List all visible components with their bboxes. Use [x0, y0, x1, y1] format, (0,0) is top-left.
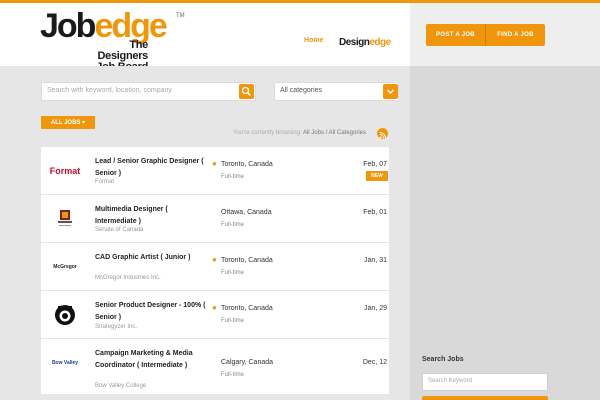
header-button-group: POST A JOB FIND A JOB — [426, 24, 545, 46]
job-row[interactable]: Bow Valley Campaign Marketing & Media Co… — [41, 339, 389, 394]
browsing-status: You're currently browsing: All Jobs / Al… — [233, 130, 366, 136]
job-date: Jan, 29 — [364, 305, 387, 312]
job-company: Bow Valley College — [95, 383, 147, 389]
designedge-logo-link[interactable]: Designedge — [339, 37, 391, 48]
strategyzer-logo-icon — [55, 305, 75, 325]
job-date: Jan, 31 — [364, 257, 387, 264]
job-date: Dec, 12 — [362, 359, 387, 366]
job-title[interactable]: Lead / Senior Graphic Designer ( Senior … — [95, 156, 209, 180]
job-company: McGregor Industries Inc. — [95, 275, 161, 281]
job-type: Full-time — [221, 222, 245, 228]
job-company: Senate of Canada — [95, 227, 144, 233]
sidebar-search-placeholder: Search Keyword — [428, 378, 473, 384]
post-job-button[interactable]: POST A JOB — [426, 24, 486, 46]
job-row[interactable]: Senior Product Designer - 100% ( Senior … — [41, 291, 389, 339]
job-list: Format Lead / Senior Graphic Designer ( … — [41, 147, 389, 394]
nav-home-link[interactable]: Home — [304, 37, 323, 44]
logo-trademark: TM — [176, 13, 185, 19]
job-type: Full-time — [221, 270, 245, 276]
category-dropdown-button[interactable] — [383, 84, 398, 99]
rss-button[interactable] — [377, 128, 388, 139]
all-jobs-tab[interactable]: ALL JOBS ▾ — [41, 116, 95, 129]
company-logo — [41, 195, 89, 243]
job-company: Strategyzer Inc. — [95, 324, 138, 330]
new-badge: NEW — [366, 171, 388, 181]
sidebar-search-input[interactable]: Search Keyword — [422, 373, 548, 391]
company-logo — [41, 291, 89, 339]
logo-wordmark: Jobedge — [40, 7, 168, 45]
search-icon — [241, 86, 252, 97]
job-date: Feb, 01 — [363, 209, 387, 216]
search-button[interactable] — [239, 84, 254, 99]
job-row[interactable]: McGregor CAD Graphic Artist ( Junior ) M… — [41, 243, 389, 291]
job-title[interactable]: Multimedia Designer ( Intermediate ) — [95, 204, 209, 228]
sidebar — [410, 66, 600, 400]
sidebar-search-button[interactable] — [422, 396, 548, 400]
job-title[interactable]: Senior Product Designer - 100% ( Senior … — [95, 300, 209, 324]
format-logo-text: Format — [49, 166, 81, 176]
job-location: Toronto, Canada — [221, 305, 273, 312]
job-company: Format — [95, 179, 115, 185]
bow-valley-logo-text: Bow Valley — [51, 360, 79, 366]
job-type: Full-time — [221, 318, 245, 324]
company-logo: Bow Valley — [41, 339, 89, 387]
find-job-button[interactable]: FIND A JOB — [486, 24, 545, 46]
senate-crest-icon — [58, 210, 72, 226]
location-pin-icon: ● — [212, 159, 217, 168]
jobedge-logo[interactable]: Jobedge TM The Designers Job Board — [40, 7, 185, 73]
mcgregor-logo-text: McGregor — [53, 264, 77, 270]
location-pin-icon: ● — [212, 255, 217, 264]
job-date: Feb, 07 — [363, 161, 387, 168]
job-row[interactable]: Multimedia Designer ( Intermediate ) Sen… — [41, 195, 389, 243]
job-location: Calgary, Canada — [221, 359, 274, 366]
rss-icon — [379, 132, 386, 139]
category-select-value: All categories — [280, 87, 323, 94]
job-title[interactable]: CAD Graphic Artist ( Junior ) — [95, 252, 209, 264]
company-logo: Format — [41, 147, 89, 195]
chevron-down-icon — [387, 89, 394, 94]
job-location: Toronto, Canada — [221, 161, 273, 168]
company-logo: McGregor — [41, 243, 89, 291]
category-select[interactable]: All categories — [274, 82, 399, 101]
sidebar-search-title: Search Jobs — [422, 356, 464, 363]
location-pin-icon: ● — [212, 303, 217, 312]
job-type: Full-time — [221, 372, 245, 378]
job-row[interactable]: Format Lead / Senior Graphic Designer ( … — [41, 147, 389, 195]
job-location: Toronto, Canada — [221, 257, 273, 264]
search-placeholder: Search with keyword, location, company — [47, 87, 172, 94]
job-type: Full-time — [221, 174, 245, 180]
job-location: Ottawa, Canada — [221, 209, 272, 216]
job-title[interactable]: Campaign Marketing & Media Coordinator (… — [95, 348, 209, 372]
search-input[interactable]: Search with keyword, location, company — [41, 82, 256, 101]
